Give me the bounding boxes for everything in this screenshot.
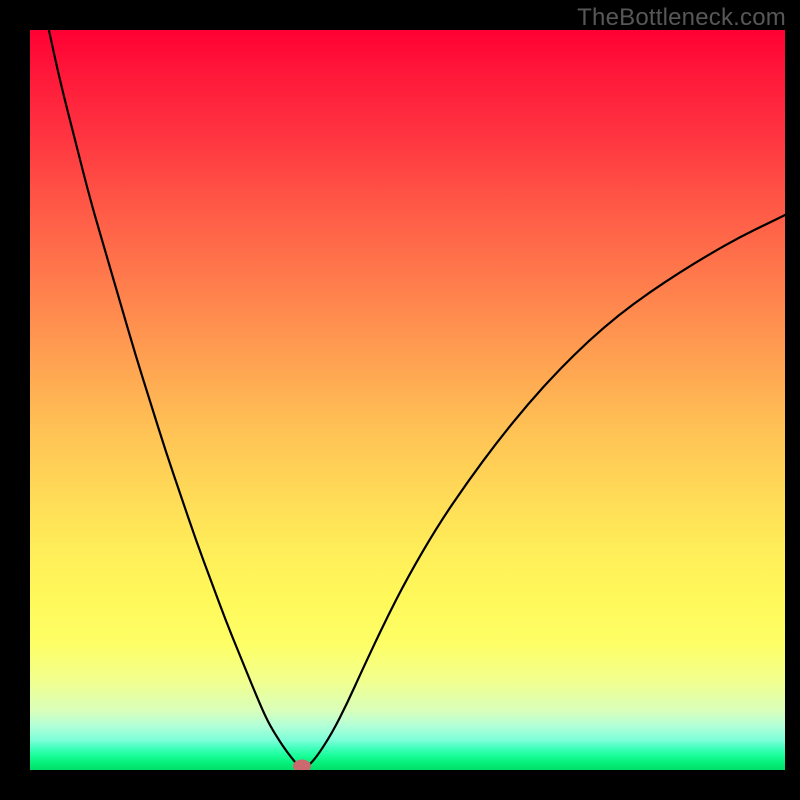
balance-marker: [293, 760, 311, 770]
plot-area: [30, 30, 785, 770]
watermark-text: TheBottleneck.com: [577, 4, 786, 32]
chart-container: TheBottleneck.com: [0, 0, 800, 800]
bottleneck-curve: [30, 30, 785, 770]
